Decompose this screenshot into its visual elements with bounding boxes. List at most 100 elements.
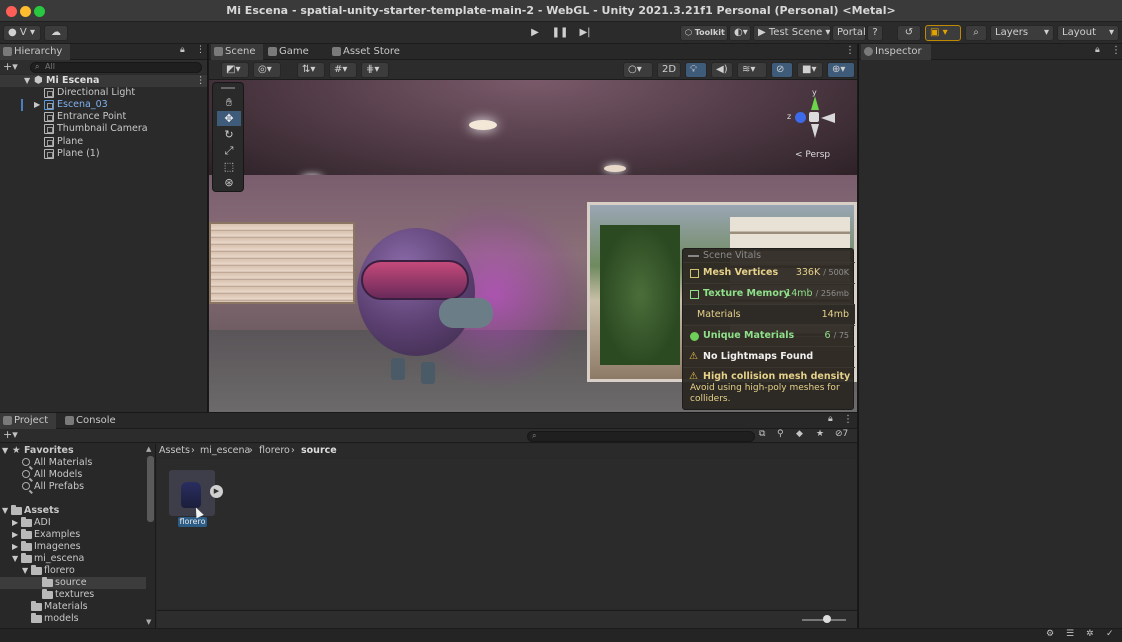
lock-icon[interactable]: 🔒︎ [828, 414, 833, 424]
account-dropdown[interactable]: ● V ▾ [3, 25, 41, 41]
tab-inspector[interactable]: Inspector [861, 44, 931, 60]
grid-dropdown[interactable]: #▾ [329, 62, 357, 78]
orientation-gizmo[interactable]: y z < Persp [787, 88, 853, 162]
progress-icon[interactable]: ⚙ [1046, 629, 1054, 639]
expand-arrow-icon[interactable]: ▼ [24, 75, 30, 87]
scroll-down-icon[interactable]: ▼ [146, 618, 151, 626]
lighting-toggle[interactable]: 💡︎ [685, 62, 707, 78]
breadcrumb-item[interactable]: florero [259, 444, 290, 458]
zoom-slider-handle[interactable] [823, 615, 831, 623]
cloud-button[interactable]: ☁ [44, 25, 68, 41]
hierarchy-item[interactable]: Directional Light [0, 87, 207, 99]
snap-dropdown[interactable]: ⋕▾ [361, 62, 389, 78]
hierarchy-item[interactable]: Plane [0, 136, 207, 148]
notification-icon[interactable]: ✓ [1106, 629, 1114, 639]
more-options-icon[interactable]: ⋮ [1111, 45, 1121, 56]
more-options-icon[interactable]: ⋮ [196, 45, 205, 55]
hierarchy-scene-row[interactable]: ▼ ⬢ Mi Escena ⋮ [0, 75, 207, 87]
scale-tool-button[interactable]: ⤢ [217, 143, 241, 158]
folder-item[interactable]: ▶ Imagenes [0, 541, 146, 553]
more-options-icon[interactable]: ⋮ [843, 414, 853, 425]
tab-project[interactable]: Project [0, 413, 56, 429]
play-button[interactable]: ▶ [523, 25, 547, 41]
tab-asset-store[interactable]: Asset Store [329, 44, 409, 60]
toolkit-button[interactable]: ⬡ Toolkit [680, 25, 728, 41]
lock-icon[interactable]: 🔒︎ [1095, 45, 1100, 55]
favorite-item[interactable]: All Models [0, 469, 146, 481]
gizmo-center[interactable] [809, 112, 819, 122]
services-button[interactable]: ▣ ▾ [925, 25, 961, 41]
more-options-icon[interactable]: ⋮ [196, 75, 206, 87]
folder-item[interactable]: models [0, 613, 146, 625]
history-button[interactable]: ↺ [897, 25, 921, 41]
folder-item[interactable]: Materials [0, 601, 146, 613]
assets-root-row[interactable]: ▼ Assets [0, 505, 146, 517]
breadcrumb-item-current[interactable]: source [301, 444, 337, 458]
tab-game[interactable]: Game [265, 44, 317, 60]
breadcrumb-item[interactable]: mi_escena [200, 444, 250, 458]
gizmo-global-dropdown[interactable]: ◎▾ [253, 62, 281, 78]
test-scene-button[interactable]: ▶ Test Scene ▾ [753, 25, 831, 41]
add-icon[interactable]: +▾ [3, 60, 18, 73]
effects-dropdown[interactable]: ≋▾ [737, 62, 767, 78]
layers-dropdown[interactable]: Layers ▾ [990, 25, 1054, 41]
hierarchy-item[interactable]: Plane (1) [0, 148, 207, 160]
hierarchy-item[interactable]: ▶ Escena_03 [0, 99, 207, 111]
axis-neg-y-cone[interactable] [811, 124, 819, 138]
folder-item[interactable]: ▶ ADI [0, 517, 146, 529]
lock-icon[interactable]: 🔒︎ [180, 45, 185, 55]
layout-dropdown[interactable]: Layout ▾ [1057, 25, 1119, 41]
tab-hierarchy[interactable]: Hierarchy [0, 44, 70, 60]
step-button[interactable]: ▶| [573, 25, 597, 41]
axis-z-handle[interactable] [795, 112, 806, 123]
folder-item-selected[interactable]: source [0, 577, 146, 589]
visibility-toggle[interactable]: ⊘ [771, 62, 793, 78]
breadcrumb-item[interactable]: Assets [159, 444, 190, 458]
favorites-row[interactable]: ▼ ★ Favorites [0, 445, 146, 457]
perspective-toggle[interactable]: < Persp [795, 150, 830, 160]
draw-mode-dropdown[interactable]: ◩▾ [221, 62, 249, 78]
search-type-icon[interactable]: ⧉ [759, 429, 765, 439]
rect-tool-button[interactable]: ⬚ [217, 159, 241, 174]
2d-toggle[interactable]: 2D [657, 62, 681, 78]
camera-dropdown[interactable]: ■▾ [797, 62, 823, 78]
folder-item[interactable]: ▼ mi_escena [0, 553, 146, 565]
axis-x-cone[interactable] [821, 113, 835, 123]
filter-icon[interactable]: ⚲ [777, 429, 784, 439]
folder-item[interactable]: textures [0, 589, 146, 601]
rotate-tool-button[interactable]: ↻ [217, 127, 241, 142]
gizmos-dropdown[interactable]: ⊕▾ [827, 62, 855, 78]
star-icon[interactable]: ★ [816, 429, 824, 439]
search-button[interactable]: ⌕ [965, 25, 987, 41]
hierarchy-search-input[interactable]: ⌕ All [30, 62, 202, 73]
folder-item[interactable]: ▼ florero [0, 565, 146, 577]
render-mode-dropdown[interactable]: ○▾ [623, 62, 653, 78]
toolkit-options-button[interactable]: ◐▾ [729, 25, 751, 41]
expand-prefab-button[interactable]: ▶ [210, 485, 223, 498]
project-search-input[interactable]: ⌕ [527, 431, 755, 442]
move-tool-button[interactable]: ✥ [217, 111, 241, 126]
hierarchy-item[interactable]: Thumbnail Camera [0, 123, 207, 135]
scroll-up-icon[interactable]: ▲ [146, 445, 151, 453]
expand-arrow-icon[interactable]: ▶ [34, 99, 40, 111]
axis-y-cone[interactable] [811, 96, 819, 110]
favorite-item[interactable]: All Prefabs [0, 481, 146, 493]
tab-scene[interactable]: Scene [211, 44, 263, 60]
portal-button[interactable]: Portal [832, 25, 866, 41]
folder-item[interactable]: ▶ Examples [0, 529, 146, 541]
help-button[interactable]: ? [867, 25, 883, 41]
pivot-dropdown[interactable]: ⇅▾ [297, 62, 325, 78]
audio-toggle[interactable]: ◀) [711, 62, 733, 78]
hierarchy-item[interactable]: Entrance Point [0, 111, 207, 123]
tab-console[interactable]: Console [62, 413, 122, 429]
palette-handle[interactable] [221, 87, 235, 89]
cache-icon[interactable]: ☰ [1066, 629, 1074, 639]
transform-tool-button[interactable]: ⊛ [217, 175, 241, 190]
favorite-item[interactable]: All Materials [0, 457, 146, 469]
label-icon[interactable]: ◆ [796, 429, 803, 439]
hidden-packages-icon[interactable]: ⊘7 [835, 429, 848, 439]
more-options-icon[interactable]: ⋮ [845, 45, 855, 56]
asset-label[interactable]: florero [178, 517, 207, 527]
debug-icon[interactable]: ✲ [1086, 629, 1094, 639]
pause-button[interactable]: ❚❚ [548, 25, 572, 41]
